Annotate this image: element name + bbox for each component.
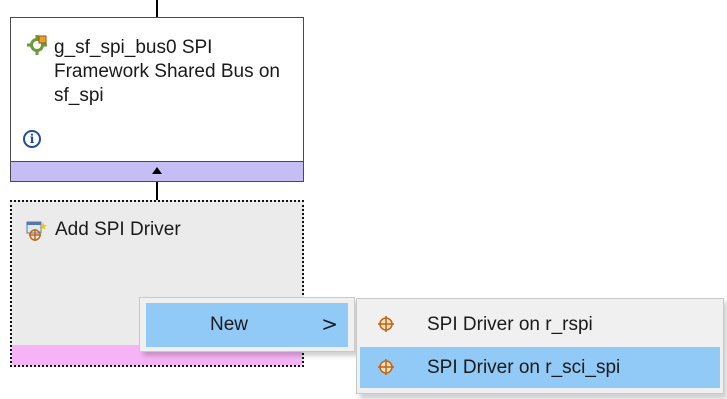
module-block-sf-spi-bus[interactable]: g_sf_spi_bus0 SPI Framework Shared Bus o… (10, 17, 304, 182)
driver-crosshair-icon (378, 359, 394, 375)
module-title: g_sf_spi_bus0 SPI Framework Shared Bus o… (54, 37, 280, 106)
menu-item-new-label: New (210, 314, 249, 335)
connector-line-top (156, 0, 158, 17)
submenu-item-spi-driver-r-sci-spi[interactable]: SPI Driver on r_sci_spi (360, 347, 720, 388)
chevron-right-icon: > (321, 312, 338, 336)
module-footer-bar (11, 161, 303, 181)
submenu: SPI Driver on r_rspi SPI Driver on r_sci… (356, 298, 724, 394)
menu-item-new[interactable]: New > (146, 303, 348, 347)
add-spi-driver-label: Add SPI Driver (55, 219, 181, 240)
submenu-item-spi-driver-r-rspi[interactable]: SPI Driver on r_rspi (360, 304, 720, 345)
submenu-item-label: SPI Driver on r_sci_spi (427, 357, 621, 378)
driver-crosshair-icon (378, 316, 394, 332)
connector-line-middle (156, 182, 158, 200)
submenu-item-label: SPI Driver on r_rspi (427, 314, 593, 335)
add-driver-icon (26, 221, 47, 241)
context-menu: New > (139, 297, 355, 352)
module-gear-icon (27, 35, 47, 55)
info-icon[interactable]: i (23, 130, 41, 148)
arrow-up-icon (152, 167, 162, 174)
